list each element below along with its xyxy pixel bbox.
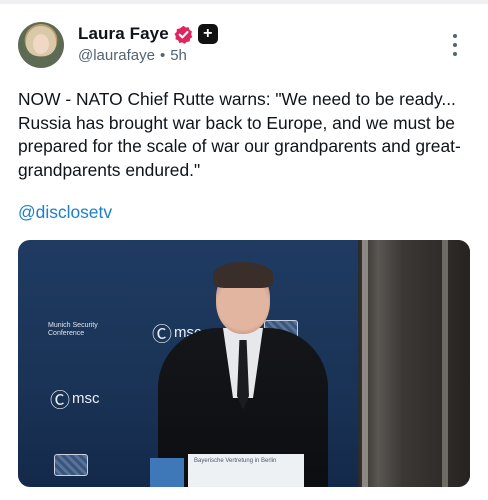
bavarian-crest-icon: [54, 454, 88, 476]
lectern: Bayerische Vertretung in Berlin: [188, 454, 304, 487]
plus-badge-icon: +: [197, 24, 218, 44]
panel-stripe: [442, 240, 448, 487]
msc-c-icon: Ⓒ: [50, 390, 70, 412]
msc-logo-text: msc: [72, 390, 100, 407]
speaker-hair: [213, 262, 273, 288]
panel-stripe: [362, 240, 368, 487]
more-dot: [453, 43, 457, 47]
msc-c-icon: Ⓒ: [152, 324, 172, 346]
more-dot: [453, 34, 457, 38]
author-handle[interactable]: @laurafaye: [78, 47, 155, 64]
backdrop-wood-panel: [358, 240, 470, 487]
post-age[interactable]: 5h: [170, 47, 187, 64]
more-dot: [453, 52, 457, 56]
mention-link[interactable]: @disclosetv: [18, 202, 112, 223]
verified-badge-icon: [174, 25, 193, 44]
meta-separator: •: [159, 47, 166, 64]
avatar-face: [33, 34, 49, 54]
conference-name: Munich Security Conference: [48, 322, 98, 337]
post-meta: @laurafaye • 5h: [78, 47, 187, 64]
flag-icon: [150, 458, 184, 487]
msc-logo: Ⓒ msc: [50, 384, 100, 413]
top-divider: [0, 0, 488, 4]
post-media-image[interactable]: Munich Security Conference Ⓒ msc Ⓒ msc B…: [18, 240, 470, 487]
post-text: NOW - NATO Chief Rutte warns: "We need t…: [18, 89, 461, 180]
more-options-icon[interactable]: [448, 34, 462, 56]
author-avatar[interactable]: [18, 22, 64, 68]
plus-badge-label: +: [203, 25, 213, 42]
author-display-name[interactable]: Laura Faye: [78, 24, 169, 44]
lectern-caption: Bayerische Vertretung in Berlin: [194, 458, 277, 464]
author-name-row: Laura Faye +: [78, 22, 218, 46]
